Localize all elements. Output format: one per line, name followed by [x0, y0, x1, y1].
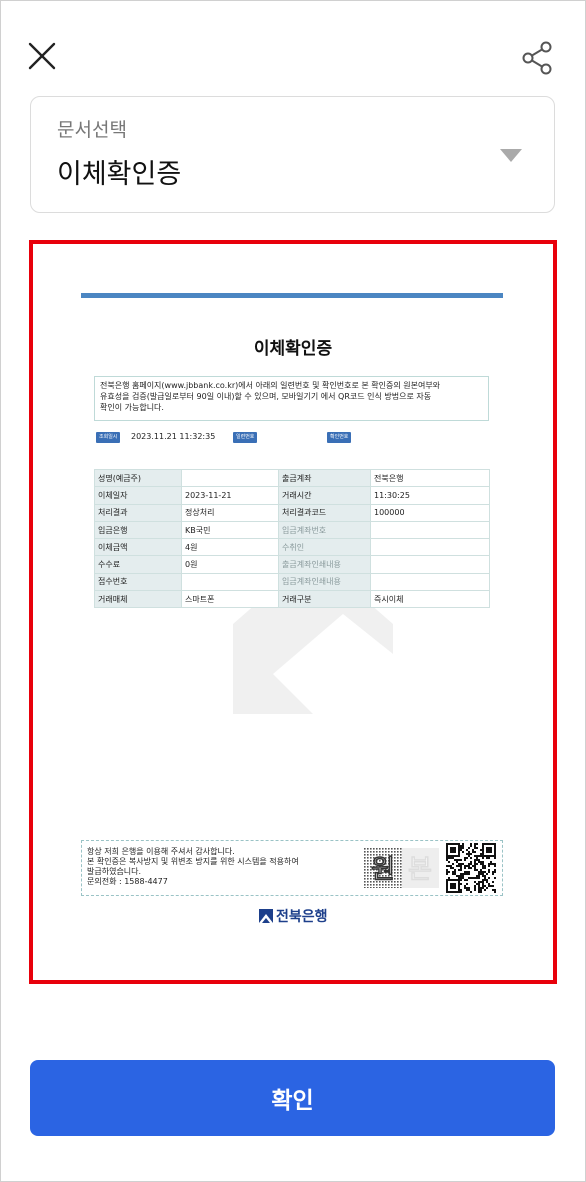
- row-label: 이체금액: [94, 538, 182, 557]
- table-row: 수수료 0원 출금계좌인쇄내용: [94, 555, 490, 574]
- document-footer: 항상 저희 은행을 이용해 주셔서 감사합니다. 본 확인증은 복사방지 및 위…: [81, 840, 503, 896]
- row-label: 거래매체: [94, 590, 182, 609]
- row-label: 입금계좌번호: [278, 520, 371, 540]
- row-label: 성명(예금주): [94, 468, 182, 488]
- row-label: 거래시간: [278, 486, 371, 505]
- table-row: 이체금액 4원 수취인: [94, 538, 490, 557]
- table-row: 접수번호 입금계좌인쇄내용: [94, 572, 490, 592]
- close-icon: [28, 42, 56, 70]
- original-seal-icon: 원 본: [364, 848, 439, 888]
- row-value: [181, 572, 279, 592]
- row-label: 이체일자: [94, 486, 182, 505]
- table-row: 이체일자 2023-11-21 거래시간 11:30:25: [94, 486, 490, 505]
- table-row: 성명(예금주) 출금계좌 전북은행: [94, 468, 490, 488]
- row-value: [370, 520, 490, 540]
- row-value: [370, 555, 490, 574]
- bank-logo-icon: [259, 909, 273, 923]
- inquiry-datetime: 2023.11.21 11:32:35: [131, 432, 216, 441]
- document-select-value: 이체확인증: [57, 159, 182, 190]
- row-label: 출금계좌: [278, 468, 371, 488]
- notice-line: 전북은행 홈페이지(www.jbbank.co.kr)에서 아래의 일련번호 및…: [100, 381, 441, 390]
- row-value: 100000: [370, 503, 490, 522]
- row-value: [370, 572, 490, 592]
- row-value: [181, 468, 279, 488]
- svg-text:원: 원: [371, 855, 395, 885]
- row-value: 정상처리: [181, 503, 279, 522]
- row-label: 수수료: [94, 555, 182, 574]
- row-value: [370, 538, 490, 557]
- row-value: 11:30:25: [370, 486, 490, 505]
- row-label: 출금계좌인쇄내용: [278, 555, 371, 574]
- close-button[interactable]: [24, 38, 60, 74]
- document-title: 이체확인증: [253, 339, 333, 359]
- notice-line: 확인이 가능합니다.: [100, 403, 164, 412]
- row-label: 수취인: [278, 538, 371, 557]
- inquiry-datetime-tag: 조회일시: [96, 432, 121, 443]
- row-label: 입금계좌인쇄내용: [278, 572, 371, 592]
- document-notice: 전북은행 홈페이지(www.jbbank.co.kr)에서 아래의 일련번호 및…: [94, 376, 489, 421]
- row-value: KB국민: [181, 520, 279, 540]
- row-value: 0원: [181, 555, 279, 574]
- confirm-button[interactable]: 확인: [30, 1060, 555, 1136]
- serial-number-tag: 일련번호: [233, 432, 258, 443]
- caret-down-icon: [500, 149, 522, 162]
- notice-line: 유효성을 검증(발급일로부터 90일 이내)할 수 있으며, 모바일기기 에서 …: [100, 392, 432, 401]
- row-label: 처리결과코드: [278, 503, 371, 522]
- transfer-info-table: 성명(예금주) 출금계좌 전북은행 이체일자 2023-11-21 거래시간 11:30:2…: [94, 468, 490, 609]
- svg-text:본: 본: [408, 855, 432, 885]
- document-select[interactable]: 문서선택 이체확인증: [30, 96, 555, 213]
- row-value: 즉시이체: [370, 590, 490, 609]
- row-value: 4원: [181, 538, 279, 557]
- document-preview: 이체확인증 전북은행 홈페이지(www.jbbank.co.kr)에서 아래의 …: [29, 240, 557, 984]
- bank-name: 전북은행: [276, 909, 328, 925]
- row-label: 입금은행: [94, 520, 182, 540]
- table-row: 입금은행 KB국민 입금계좌번호: [94, 520, 490, 540]
- row-value: 전북은행: [370, 468, 490, 488]
- document-select-label: 문서선택: [57, 119, 127, 141]
- qr-code-icon: [446, 843, 496, 893]
- row-label: 처리결과: [94, 503, 182, 522]
- row-value: 2023-11-21: [181, 486, 279, 505]
- row-label: 거래구분: [278, 590, 371, 609]
- share-icon: [522, 41, 552, 75]
- share-button[interactable]: [520, 40, 554, 76]
- document-top-bar: [81, 293, 503, 298]
- row-value: 스마트폰: [181, 590, 279, 609]
- row-label: 접수번호: [94, 572, 182, 592]
- table-row: 거래매체 스마트폰 거래구분 즉시이체: [94, 590, 490, 609]
- confirm-number-tag: 확인번호: [327, 432, 352, 443]
- table-row: 처리결과 정상처리 처리결과코드 100000: [94, 503, 490, 522]
